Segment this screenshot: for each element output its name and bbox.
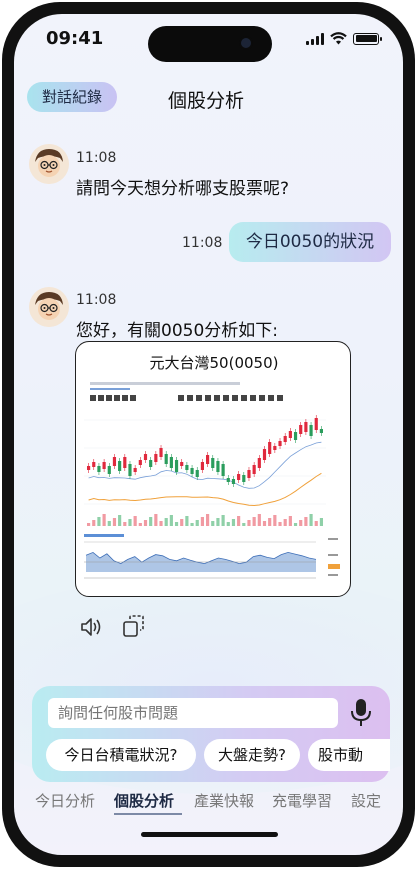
stock-chart-card[interactable]: 元大台灣50(0050)	[75, 341, 351, 597]
app-screen: 09:41 對話紀錄 個股分析 11:08 請問今天想分析哪支股票呢? 11:0…	[14, 14, 403, 855]
tab-settings[interactable]: 設定	[351, 790, 381, 811]
signal-icon	[306, 32, 324, 45]
bot-message-text: 請問今天想分析哪支股票呢?	[76, 179, 290, 199]
camera-icon	[239, 36, 253, 50]
bot-message-text: 您好，有關0050分析如下:	[76, 321, 278, 341]
question-input[interactable]	[48, 698, 338, 728]
status-icons	[306, 32, 382, 45]
page-title: 個股分析	[168, 90, 245, 112]
battery-icon	[353, 32, 382, 45]
tab-stock-analysis[interactable]: 個股分析	[114, 790, 174, 811]
bottom-tab-bar: 今日分析 個股分析 產業快報 充電學習 設定	[14, 786, 403, 816]
home-indicator[interactable]	[141, 832, 278, 837]
history-button[interactable]: 對話紀錄	[27, 82, 117, 112]
tab-daily-analysis[interactable]: 今日分析	[35, 790, 95, 811]
status-bar: 09:41	[14, 14, 403, 64]
phone-frame: 09:41 對話紀錄 個股分析 11:08 請問今天想分析哪支股票呢? 11:0…	[2, 2, 415, 867]
user-message-bubble: 今日0050的狀況	[229, 222, 391, 262]
stock-chart-image	[84, 382, 340, 579]
input-panel: 今日台積電狀況? 大盤走勢? 股市動	[32, 686, 390, 782]
message-time: 11:08	[76, 150, 117, 166]
suggestion-chip[interactable]: 股市動	[308, 739, 390, 771]
status-time: 09:41	[46, 28, 104, 49]
active-tab-underline	[114, 813, 182, 815]
tab-learning[interactable]: 充電學習	[272, 790, 332, 811]
wifi-icon	[330, 32, 347, 45]
header: 對話紀錄 個股分析	[14, 72, 403, 112]
microphone-icon[interactable]	[350, 698, 372, 728]
chart-info-row	[90, 382, 240, 390]
tab-industry-news[interactable]: 產業快報	[194, 790, 254, 811]
dynamic-island	[148, 26, 272, 62]
bot-avatar	[29, 287, 69, 327]
bot-avatar	[29, 144, 69, 184]
copy-icon[interactable]	[122, 614, 146, 638]
suggestion-chip[interactable]: 大盤走勢?	[204, 739, 300, 771]
speaker-icon[interactable]	[80, 616, 104, 638]
message-time: 11:08	[76, 292, 117, 308]
chart-toolbar	[90, 395, 283, 401]
message-time: 11:08	[182, 235, 223, 251]
suggestion-chip[interactable]: 今日台積電狀況?	[46, 739, 196, 771]
